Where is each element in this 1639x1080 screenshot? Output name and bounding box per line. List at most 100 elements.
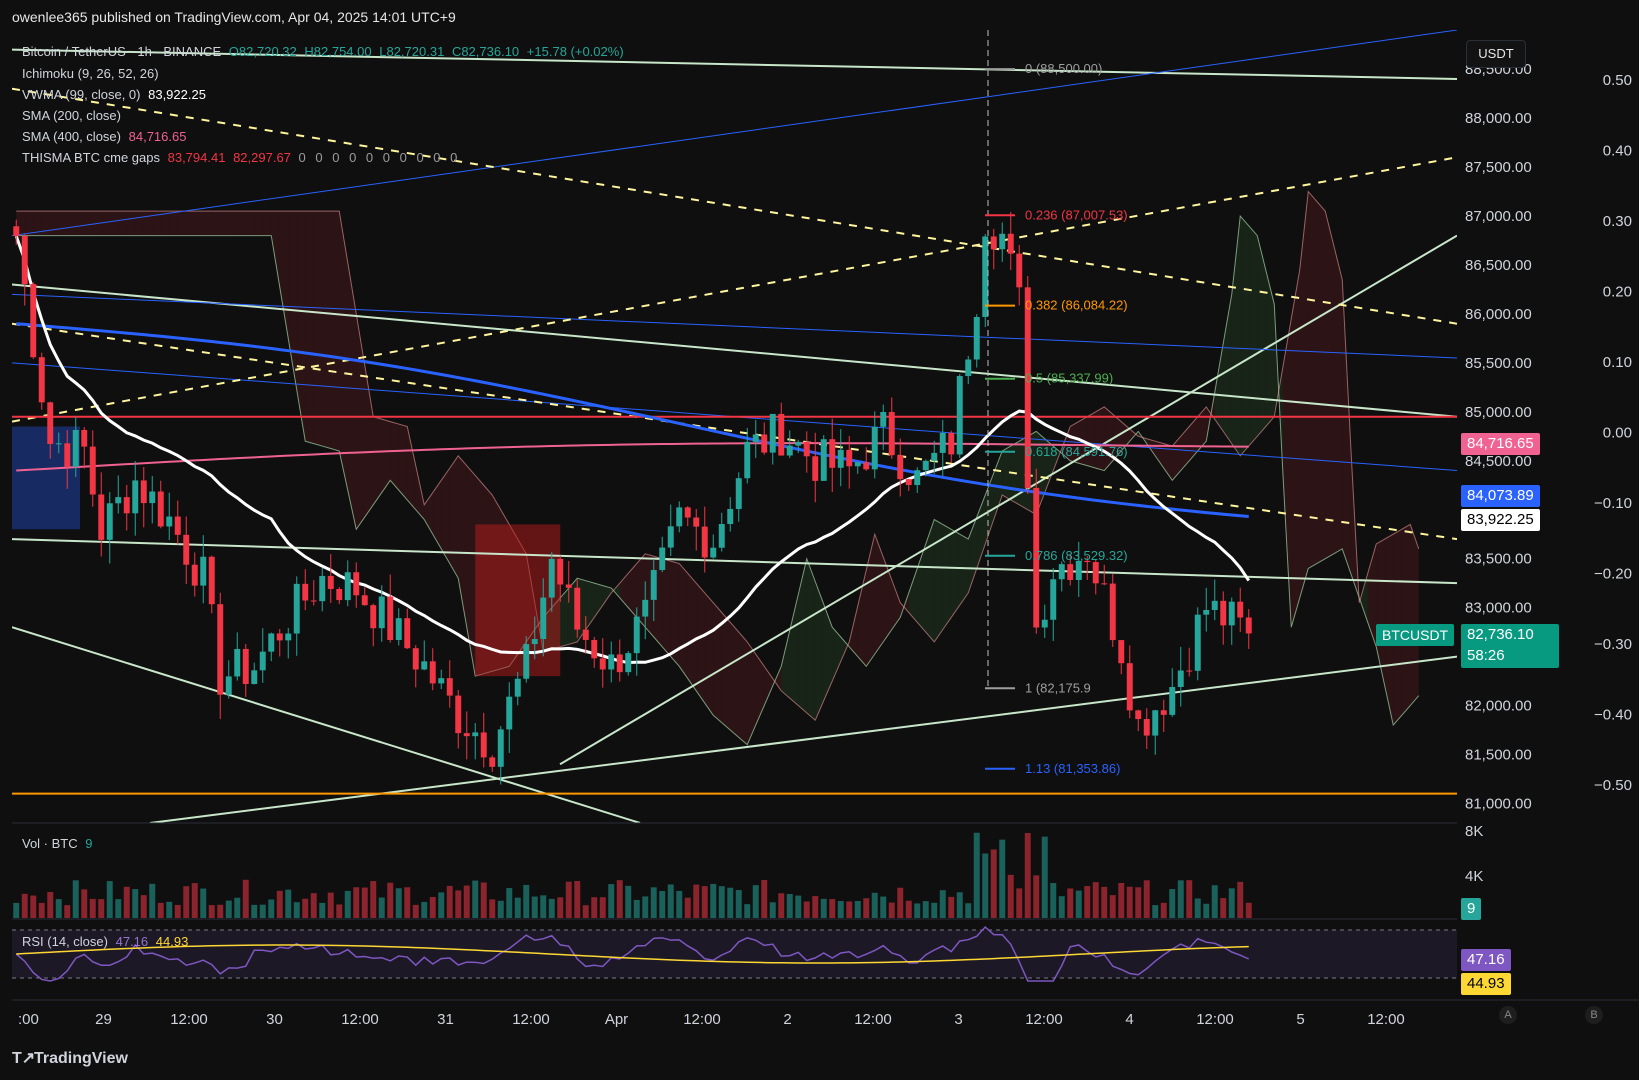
cloud-segment	[41, 211, 51, 236]
candle-body	[786, 445, 793, 456]
auto-scale-button[interactable]: A	[1499, 1006, 1517, 1024]
fib-level-label: 1.13 (81,353.86)	[1025, 761, 1120, 776]
legend-cme-gaps[interactable]: THISMA BTC cme gaps 83,794.41 82,297.67 …	[22, 150, 464, 165]
cloud-segment	[1248, 225, 1258, 447]
candle-body	[472, 732, 479, 737]
fib-level-label: 0.236 (87,007.53)	[1025, 207, 1128, 222]
cloud-segment	[1291, 269, 1300, 628]
vol-label: Vol · BTC	[22, 836, 78, 851]
legend-sma200[interactable]: SMA (200, close)	[22, 108, 125, 123]
cloud-segment	[254, 211, 263, 236]
candle-body	[676, 507, 683, 527]
candle-body	[1160, 710, 1167, 715]
candle-body	[880, 411, 887, 427]
legend-ichimoku[interactable]: Ichimoku (9, 26, 52, 26)	[22, 66, 163, 81]
time-axis[interactable]: :00 29 12:00 30 12:00 31 12:00 Apr 12:00 2 12:00 3 1…	[18, 1011, 1405, 1028]
candle-body	[200, 556, 207, 586]
sma200-price-label: 84,073.89	[1461, 485, 1540, 507]
rsi-ma-price-label: 44.93	[1461, 973, 1511, 995]
candle-body	[625, 653, 632, 673]
volume-bar	[438, 892, 445, 918]
volume-bar	[1033, 875, 1040, 918]
volume-bar	[378, 897, 385, 918]
sma400-label: SMA (400, close)	[22, 129, 121, 144]
volume-bar	[1169, 889, 1176, 918]
cme-value-1: 83,794.41	[167, 150, 226, 165]
legend-sma400[interactable]: SMA (400, close) 84,716.65	[22, 129, 190, 144]
candle-body	[1143, 719, 1150, 736]
cloud-segment	[347, 262, 357, 530]
candle-body	[693, 517, 700, 527]
volume-bar	[1177, 880, 1184, 918]
vol-value: 9	[85, 836, 93, 851]
symbol-tag: BTCUSDT	[1376, 624, 1455, 646]
fib-tick-label: 0.20	[1603, 284, 1632, 301]
cloud-segment	[1316, 201, 1326, 564]
volume-bar	[863, 898, 870, 918]
fib-retracement: 0 (88,500.00) 0.236 (87,007.53) 0.382 (86,…	[985, 30, 1128, 776]
cloud-segment	[279, 211, 289, 339]
volume-bar	[455, 890, 462, 918]
fib-tick-label: −0.20	[1594, 566, 1632, 583]
volume-bar	[64, 905, 71, 918]
cloud-segment	[1308, 191, 1317, 569]
settings-b-button[interactable]: B	[1585, 1006, 1603, 1024]
cloud-segment	[330, 211, 340, 451]
fib-tick-label: −0.30	[1594, 636, 1632, 653]
volume-bar	[633, 899, 640, 918]
fib-tick-label: 0.00	[1603, 425, 1632, 442]
volume-bar	[429, 896, 436, 918]
volume-bar	[956, 892, 963, 918]
cloud-segment	[696, 583, 705, 704]
currency-button[interactable]: USDT	[1466, 40, 1526, 68]
cloud-segment	[798, 558, 807, 713]
candle-body	[871, 426, 878, 470]
legend-rsi[interactable]: RSI (14, close) 47.16 44.93	[22, 934, 192, 949]
cloud-segment	[662, 558, 671, 657]
candle-body	[30, 284, 37, 358]
candle-body	[854, 462, 861, 467]
volume-bar	[1101, 886, 1108, 918]
legend-volume[interactable]: Vol · BTC 9	[22, 836, 96, 851]
candle-body	[1186, 670, 1193, 672]
candle-body	[846, 449, 853, 467]
cloud-segment	[245, 211, 255, 236]
volume-bar	[217, 904, 224, 918]
tradingview-logo[interactable]: T↗TradingView	[12, 1048, 128, 1068]
cloud-segment	[390, 421, 399, 491]
volume-bar	[251, 904, 258, 918]
volume-bar	[98, 899, 105, 918]
volume-bar	[659, 891, 666, 918]
volume-bar	[200, 888, 207, 918]
candle-body	[132, 480, 139, 514]
price-tick-label: 85,500.00	[1465, 355, 1532, 372]
fib-tick-label: 0.50	[1603, 72, 1632, 89]
fib-tick-label: −0.50	[1594, 777, 1632, 794]
fib-tick-label: 0.10	[1603, 354, 1632, 371]
candle-body	[1067, 564, 1074, 581]
candle-body	[106, 503, 113, 540]
cloud-segment	[398, 424, 408, 500]
cloud-segment	[24, 211, 34, 236]
legend-vwma[interactable]: VWMA (99, close, 0) 83,922.25	[22, 87, 210, 102]
cloud-segment	[934, 519, 943, 642]
candle-body	[1007, 233, 1014, 254]
cloud-segment	[101, 211, 110, 236]
time-tick-label: 30	[266, 1011, 283, 1028]
candle-body	[506, 696, 513, 730]
candle-body	[13, 226, 20, 237]
candle-body	[565, 584, 572, 588]
volume-bar	[888, 902, 895, 918]
cloud-segment	[143, 211, 153, 236]
volume-bar	[769, 902, 776, 918]
candle-body	[302, 583, 309, 601]
volume-bar	[293, 902, 300, 918]
volume-bar	[574, 881, 581, 918]
volume-bar	[327, 892, 334, 918]
volume-bar	[939, 890, 946, 918]
legend-symbol-row[interactable]: Bitcoin / TetherUS · 1h · BINANCE O82,72…	[22, 44, 628, 59]
candle-body	[174, 516, 181, 535]
volume-bar	[353, 887, 360, 918]
cloud-segment	[237, 211, 246, 236]
time-tick-label: 12:00	[1196, 1011, 1234, 1028]
